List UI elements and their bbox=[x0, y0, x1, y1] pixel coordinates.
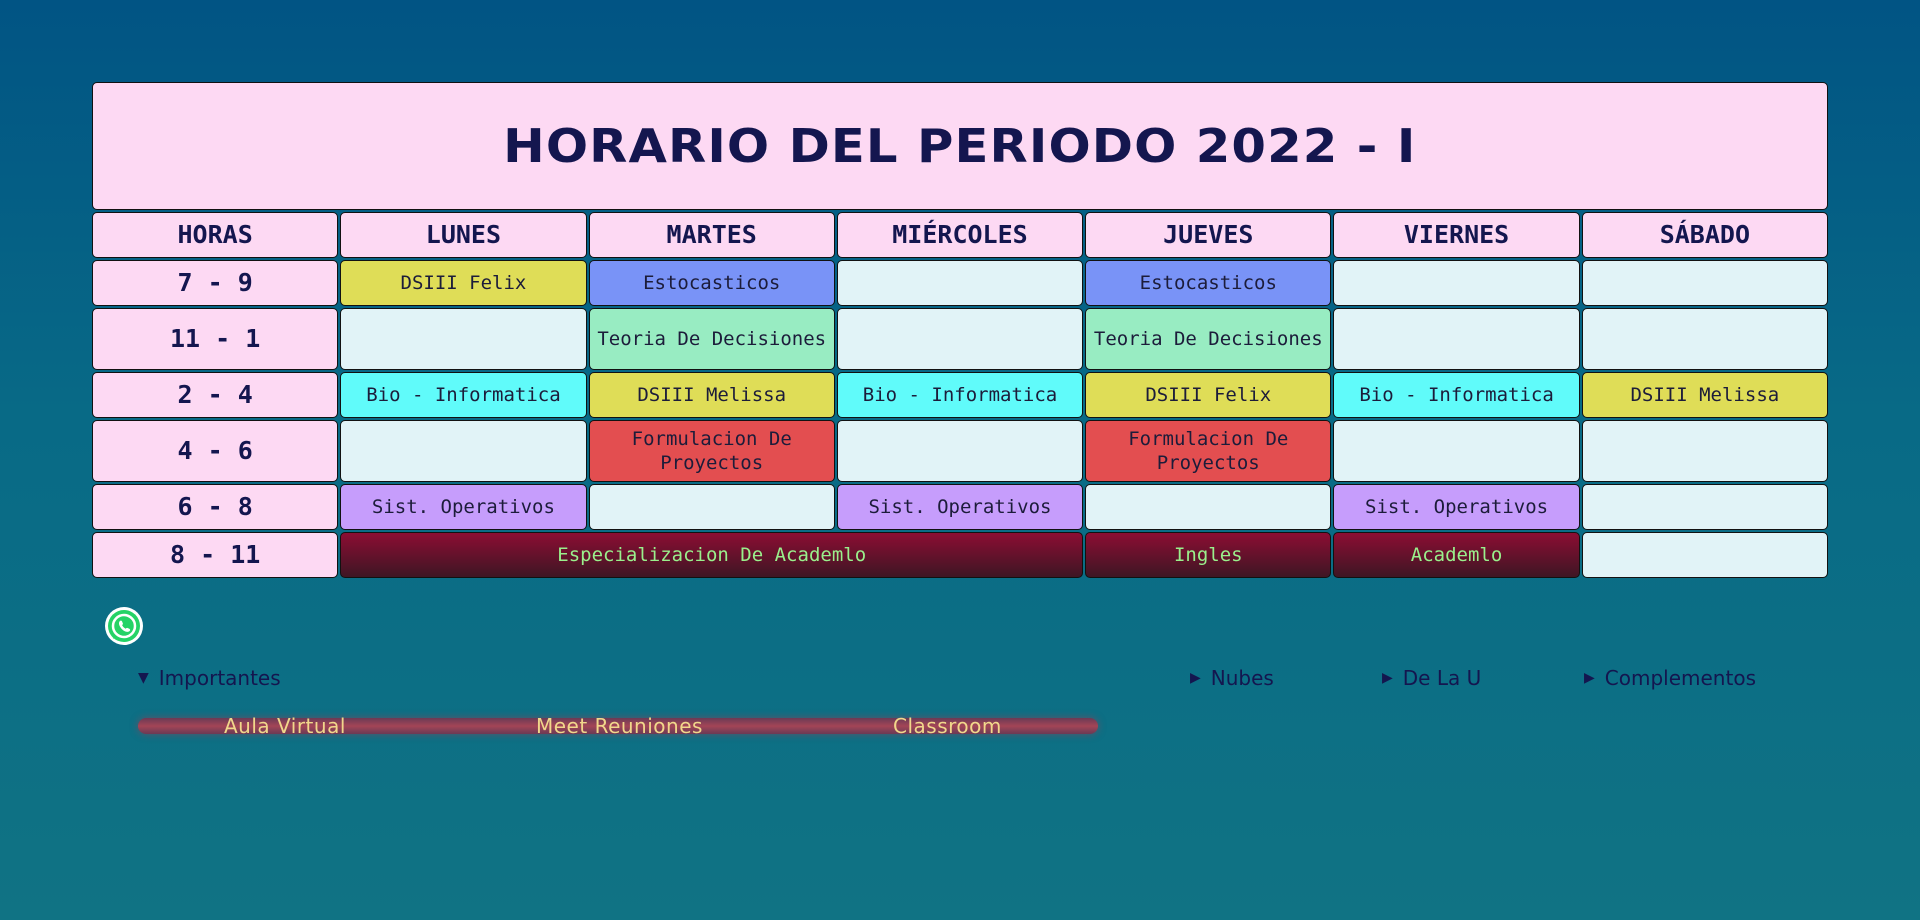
header-sabado: SÁBADO bbox=[1581, 212, 1828, 258]
header-miercoles: MIÉRCOLES bbox=[836, 212, 1084, 258]
caret-down-icon: ▼ bbox=[138, 670, 149, 686]
hour-cell: 6 - 8 bbox=[92, 484, 339, 530]
class-cell: DSIII Melissa bbox=[1581, 372, 1828, 418]
empty-cell bbox=[1333, 260, 1580, 306]
empty-cell bbox=[1581, 308, 1828, 370]
class-cell: Sist. Operativos bbox=[340, 484, 587, 530]
details-nubes[interactable]: ▶ Nubes bbox=[1190, 666, 1274, 690]
empty-cell bbox=[1085, 484, 1332, 530]
caret-right-icon: ▶ bbox=[1190, 670, 1201, 686]
class-cell: Sist. Operativos bbox=[836, 484, 1084, 530]
link-aula-virtual[interactable]: Aula Virtual bbox=[224, 714, 346, 738]
details-de-la-u[interactable]: ▶ De La U bbox=[1382, 666, 1481, 690]
class-cell: DSIII Felix bbox=[340, 260, 587, 306]
empty-cell bbox=[836, 420, 1084, 482]
class-cell: Formulacion De Proyectos bbox=[1085, 420, 1332, 482]
hour-cell: 11 - 1 bbox=[92, 308, 339, 370]
empty-cell bbox=[1581, 420, 1828, 482]
class-cell: Bio - Informatica bbox=[836, 372, 1084, 418]
hour-cell: 4 - 6 bbox=[92, 420, 339, 482]
empty-cell bbox=[836, 308, 1084, 370]
whatsapp-icon[interactable] bbox=[104, 606, 144, 646]
class-cell-spanning: Especializacion De Academlo bbox=[340, 532, 1084, 578]
schedule-table: HORAS LUNES MARTES MIÉRCOLES JUEVES VIER… bbox=[92, 212, 1828, 578]
caret-right-icon: ▶ bbox=[1382, 670, 1393, 686]
hour-cell: 7 - 9 bbox=[92, 260, 339, 306]
class-cell: Sist. Operativos bbox=[1333, 484, 1580, 530]
title-banner: HORARIO DEL PERIODO 2022 - I bbox=[92, 82, 1828, 210]
empty-cell bbox=[1581, 484, 1828, 530]
hour-cell: 8 - 11 bbox=[92, 532, 339, 578]
header-martes: MARTES bbox=[588, 212, 835, 258]
class-cell: DSIII Felix bbox=[1085, 372, 1332, 418]
details-complementos[interactable]: ▶ Complementos bbox=[1584, 666, 1756, 690]
details-label: Importantes bbox=[158, 666, 281, 690]
class-cell: Estocasticos bbox=[588, 260, 835, 306]
empty-cell bbox=[1333, 308, 1580, 370]
class-cell: DSIII Melissa bbox=[588, 372, 835, 418]
details-label: Complementos bbox=[1604, 666, 1756, 690]
link-classroom[interactable]: Classroom bbox=[893, 714, 1002, 738]
empty-cell bbox=[1333, 420, 1580, 482]
link-meet-reuniones[interactable]: Meet Reuniones bbox=[536, 714, 703, 738]
empty-cell bbox=[1581, 532, 1828, 578]
class-cell: Bio - Informatica bbox=[1333, 372, 1580, 418]
class-cell: Teoria De Decisiones bbox=[1085, 308, 1332, 370]
empty-cell bbox=[340, 420, 587, 482]
header-lunes: LUNES bbox=[340, 212, 587, 258]
header-horas: HORAS bbox=[92, 212, 339, 258]
class-cell: Teoria De Decisiones bbox=[588, 308, 835, 370]
header-jueves: JUEVES bbox=[1085, 212, 1332, 258]
class-cell: Academlo bbox=[1333, 532, 1580, 578]
page-title: HORARIO DEL PERIODO 2022 - I bbox=[503, 119, 1417, 173]
details-importantes[interactable]: ▼ Importantes bbox=[138, 666, 281, 690]
details-label: Nubes bbox=[1210, 666, 1274, 690]
hour-cell: 2 - 4 bbox=[92, 372, 339, 418]
schedule-container: HORARIO DEL PERIODO 2022 - I HORAS LUNES… bbox=[92, 82, 1828, 578]
empty-cell bbox=[340, 308, 587, 370]
class-cell: Ingles bbox=[1085, 532, 1332, 578]
caret-right-icon: ▶ bbox=[1584, 670, 1595, 686]
empty-cell bbox=[1581, 260, 1828, 306]
empty-cell bbox=[588, 484, 835, 530]
class-cell: Estocasticos bbox=[1085, 260, 1332, 306]
header-viernes: VIERNES bbox=[1333, 212, 1580, 258]
details-label: De La U bbox=[1402, 666, 1482, 690]
class-cell: Bio - Informatica bbox=[340, 372, 587, 418]
empty-cell bbox=[836, 260, 1084, 306]
class-cell: Formulacion De Proyectos bbox=[588, 420, 835, 482]
